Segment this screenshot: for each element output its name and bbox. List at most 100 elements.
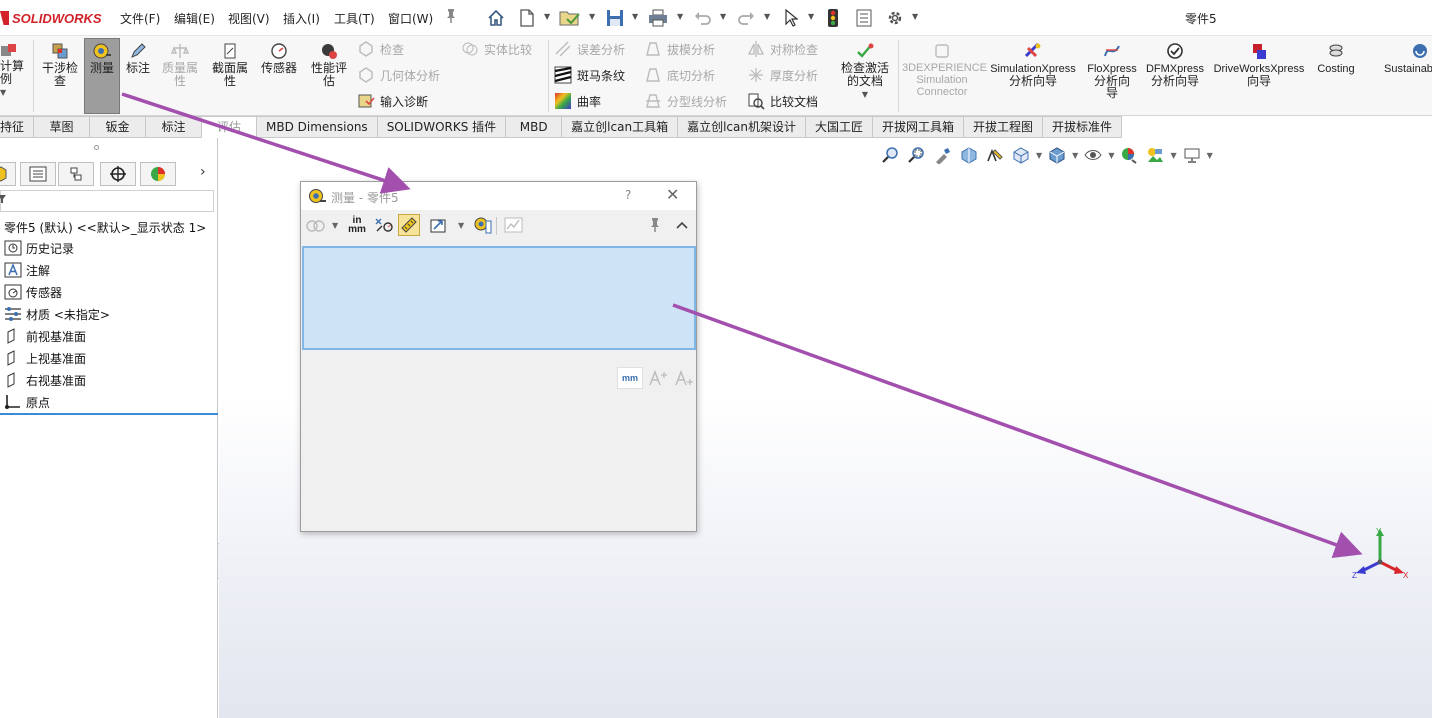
view-settings-icon[interactable] bbox=[1181, 145, 1203, 165]
tab-daguo-gongjiang[interactable]: 大国工匠 bbox=[805, 116, 873, 138]
tab-features[interactable]: 持征 bbox=[0, 116, 34, 138]
file-properties-icon[interactable] bbox=[853, 6, 875, 30]
parting-line-analysis-button[interactable]: 分型线分析 bbox=[644, 92, 727, 110]
edit-appearance-icon[interactable] bbox=[1118, 145, 1140, 165]
3dexperience-simulation-button[interactable]: 3DEXPERIENCE Simulation Connector bbox=[902, 42, 987, 98]
measurement-units-icon[interactable]: mm bbox=[617, 367, 643, 389]
increase-font-icon[interactable] bbox=[645, 367, 671, 389]
projection-on-icon[interactable] bbox=[428, 214, 450, 236]
open-dropdown-icon[interactable]: ▼ bbox=[589, 12, 595, 21]
interference-check-button[interactable]: 干涉检 查 bbox=[38, 42, 82, 88]
units-precision-button[interactable]: in mm bbox=[346, 214, 368, 236]
zebra-stripes-button[interactable]: 斑马条纹 bbox=[554, 66, 625, 84]
tab-mbd[interactable]: MBD bbox=[506, 116, 563, 138]
help-button[interactable]: ? bbox=[625, 188, 631, 202]
tab-sketch[interactable]: 草图 bbox=[34, 116, 90, 138]
close-button[interactable]: ✕ bbox=[666, 185, 679, 204]
tree-item-history[interactable]: 历史记录 bbox=[4, 238, 74, 258]
measure-button[interactable]: 测量 bbox=[84, 38, 120, 114]
menu-window[interactable]: 窗口(W) bbox=[388, 10, 433, 27]
menu-file[interactable]: 文件(F) bbox=[120, 10, 160, 27]
arc-circle-measure-icon[interactable] bbox=[304, 214, 326, 236]
new-document-icon[interactable] bbox=[517, 6, 537, 30]
tab-markup[interactable]: 标注 bbox=[146, 116, 202, 138]
markup-button[interactable]: 标注 bbox=[122, 42, 154, 75]
thickness-analysis-button[interactable]: 厚度分析 bbox=[747, 66, 818, 84]
pin-menu-icon[interactable] bbox=[445, 9, 457, 27]
view-orientation-dropdown-icon[interactable]: ▼ bbox=[1036, 151, 1042, 160]
arc-options-dropdown-icon[interactable]: ▼ bbox=[332, 221, 338, 230]
menu-edit[interactable]: 编辑(E) bbox=[174, 10, 215, 27]
configuration-manager-tab[interactable] bbox=[58, 162, 94, 186]
tree-item-sensors[interactable]: 传感器 bbox=[4, 282, 62, 302]
symmetry-check-button[interactable]: 对称检查 bbox=[747, 40, 818, 58]
tree-item-origin[interactable]: 原点 bbox=[4, 392, 50, 412]
point-to-point-icon[interactable] bbox=[398, 214, 420, 236]
calc-example-button[interactable]: 计算 例 ▼ bbox=[0, 42, 30, 99]
measure-dialog-titlebar[interactable]: 测量 - 零件5 ? ✕ bbox=[301, 182, 696, 210]
options-dropdown-icon[interactable]: ▼ bbox=[912, 12, 918, 21]
measure-history-icon[interactable] bbox=[472, 214, 494, 236]
driveworksxpress-button[interactable]: DriveWorksXpress 向导 bbox=[1210, 42, 1308, 87]
mass-properties-button[interactable]: 质量属 性 bbox=[158, 42, 202, 88]
show-xyz-measurements-icon[interactable] bbox=[373, 214, 395, 236]
panel-drag-handle[interactable] bbox=[94, 145, 99, 150]
measure-selection-box[interactable] bbox=[302, 246, 696, 350]
zoom-to-area-icon[interactable] bbox=[906, 145, 928, 165]
tree-item-right-plane[interactable]: 右视基准面 bbox=[4, 370, 86, 390]
tab-kaiba-toolbox[interactable]: 开拔网工具箱 bbox=[873, 116, 965, 138]
pin-dialog-icon[interactable] bbox=[644, 214, 666, 236]
open-icon[interactable] bbox=[558, 6, 582, 30]
display-manager-tab[interactable] bbox=[140, 162, 176, 186]
tree-item-top-plane[interactable]: 上视基准面 bbox=[4, 348, 86, 368]
tree-item-material[interactable]: 材质 <未指定> bbox=[4, 304, 110, 324]
undercut-analysis-button[interactable]: 底切分析 bbox=[644, 66, 715, 84]
deviation-analysis-button[interactable]: 误差分析 bbox=[554, 40, 625, 58]
hide-show-dropdown-icon[interactable]: ▼ bbox=[1108, 151, 1114, 160]
sensor-button[interactable]: 传感器 bbox=[256, 42, 302, 75]
dynamic-annotation-icon[interactable] bbox=[984, 145, 1006, 165]
redo-icon[interactable] bbox=[735, 6, 757, 30]
print-icon[interactable] bbox=[646, 6, 670, 30]
display-style-dropdown-icon[interactable]: ▼ bbox=[1072, 151, 1078, 160]
costing-button[interactable]: Costing bbox=[1312, 42, 1360, 75]
dfmxpress-button[interactable]: DFMXpress 分析向导 bbox=[1144, 42, 1206, 87]
tree-item-annotations[interactable]: 注解 bbox=[4, 260, 50, 280]
check-button[interactable]: 检查 bbox=[357, 40, 404, 58]
menu-tools[interactable]: 工具(T) bbox=[334, 10, 375, 27]
view-settings-dropdown-icon[interactable]: ▼ bbox=[1207, 151, 1213, 160]
floxpress-button[interactable]: FloXpress 分析向 导 bbox=[1084, 42, 1140, 99]
tree-item-front-plane[interactable]: 前视基准面 bbox=[4, 326, 86, 346]
menu-view[interactable]: 视图(V) bbox=[228, 10, 270, 27]
create-sensor-icon[interactable] bbox=[503, 214, 525, 236]
tab-kaiba-drawing[interactable]: 开拔工程图 bbox=[964, 116, 1044, 138]
tab-mbd-dimensions[interactable]: MBD Dimensions bbox=[257, 116, 378, 138]
apply-scene-icon[interactable] bbox=[1144, 145, 1166, 165]
apply-scene-dropdown-icon[interactable]: ▼ bbox=[1170, 151, 1176, 160]
check-active-document-button[interactable]: 检查激活 的文档 ▼ bbox=[835, 42, 895, 101]
compare-solid-button[interactable]: 实体比较 bbox=[461, 40, 532, 58]
previous-view-icon[interactable] bbox=[932, 145, 954, 165]
sustainability-button[interactable]: Sustainab bbox=[1378, 42, 1432, 75]
select-icon[interactable] bbox=[780, 6, 802, 30]
hide-show-items-icon[interactable] bbox=[1082, 145, 1104, 165]
feature-tree-tab[interactable] bbox=[0, 162, 16, 186]
geometry-analysis-button[interactable]: 几何体分析 bbox=[357, 66, 440, 84]
tab-evaluate[interactable]: 评估 bbox=[202, 116, 257, 138]
new-dropdown-icon[interactable]: ▼ bbox=[544, 12, 550, 21]
tab-jlc-toolbox[interactable]: 嘉立创lcan工具箱 bbox=[562, 116, 679, 138]
view-orientation-icon[interactable] bbox=[1010, 145, 1032, 165]
performance-evaluation-button[interactable]: 性能评 估 bbox=[306, 42, 352, 88]
solidworks-logo[interactable]: SOLIDWORKS bbox=[0, 8, 102, 28]
tab-sheet-metal[interactable]: 钣金 bbox=[90, 116, 146, 138]
chevron-right-icon[interactable]: › bbox=[200, 164, 206, 180]
tab-jlc-rack-design[interactable]: 嘉立创lcan机架设计 bbox=[678, 116, 806, 138]
collapse-chevron-up-icon[interactable] bbox=[671, 214, 693, 236]
curvature-button[interactable]: 曲率 bbox=[554, 92, 601, 110]
section-properties-button[interactable]: 截面属 性 bbox=[207, 42, 253, 88]
import-diagnosis-button[interactable]: 输入诊断 bbox=[357, 92, 428, 110]
dimxpert-manager-tab[interactable] bbox=[100, 162, 136, 186]
feature-tree-filter[interactable] bbox=[0, 190, 214, 212]
property-manager-tab[interactable] bbox=[20, 162, 56, 186]
print-dropdown-icon[interactable]: ▼ bbox=[677, 12, 683, 21]
